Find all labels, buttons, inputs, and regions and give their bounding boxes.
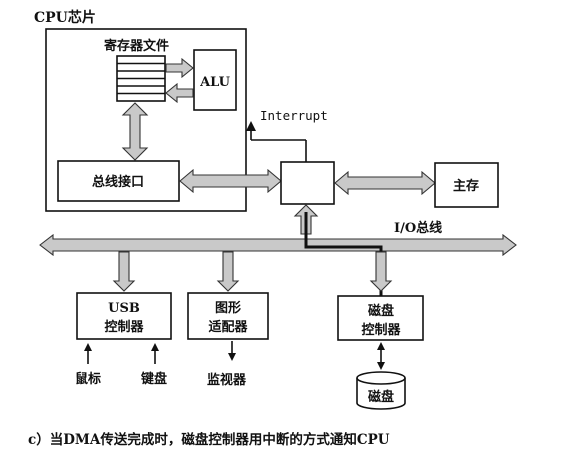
interrupt-line xyxy=(246,121,307,162)
keyboard-input-arrow xyxy=(151,343,159,364)
monitor-label: 监视器 xyxy=(207,372,247,388)
disk-cylinder: 磁盘 xyxy=(356,371,406,410)
bus-graphics-arrow xyxy=(216,251,240,292)
disk-controller-block: 磁盘 控制器 xyxy=(337,295,424,341)
register-file-label: 寄存器文件 xyxy=(104,38,169,54)
usb-controller-line2: 控制器 xyxy=(104,319,144,335)
disk-controller-disk-arrow xyxy=(377,342,385,370)
disk-interrupt-path xyxy=(304,212,383,296)
disk-controller-line2: 控制器 xyxy=(361,322,401,338)
disk-controller-line1: 磁盘 xyxy=(368,303,394,319)
usb-controller-block: USB 控制器 xyxy=(76,292,172,340)
bus-interface-block: 总线接口 xyxy=(57,160,180,202)
graphics-adapter-line2: 适配器 xyxy=(208,319,248,335)
mouse-label: 鼠标 xyxy=(75,371,101,387)
main-memory-block: 主存 xyxy=(434,162,499,208)
diagram-canvas: CPU芯片 寄存器文件 ALU 总线接口 主存 Interrupt I/O总线 … xyxy=(28,9,517,448)
alu-label: ALU xyxy=(199,75,231,90)
mouse-input-arrow xyxy=(84,343,92,364)
bus-interface-label: 总线接口 xyxy=(92,174,144,190)
graphics-adapter-block: 图形 适配器 xyxy=(187,292,269,340)
disk-label: 磁盘 xyxy=(368,389,394,405)
register-file xyxy=(116,55,166,102)
interrupt-label: Interrupt xyxy=(260,108,328,123)
usb-controller-line1: USB xyxy=(108,301,140,316)
figure-caption: c）当DMA传送完成时，磁盘控制器用中断的方式通知CPU xyxy=(28,431,390,448)
graphics-adapter-line1: 图形 xyxy=(215,301,241,316)
io-bridge-block xyxy=(280,161,335,205)
main-memory-label: 主存 xyxy=(453,178,479,194)
bus-disk-arrow xyxy=(369,251,393,292)
cpu-chip-label: CPU芯片 xyxy=(34,9,96,26)
keyboard-label: 键盘 xyxy=(140,371,167,387)
alu-block: ALU xyxy=(193,49,237,111)
io-bus-label: I/O总线 xyxy=(394,220,442,236)
monitor-output-arrow xyxy=(228,341,236,361)
bus-usb-arrow xyxy=(112,251,136,292)
memory-bus-arrow xyxy=(334,170,436,196)
io-bus xyxy=(39,233,517,257)
